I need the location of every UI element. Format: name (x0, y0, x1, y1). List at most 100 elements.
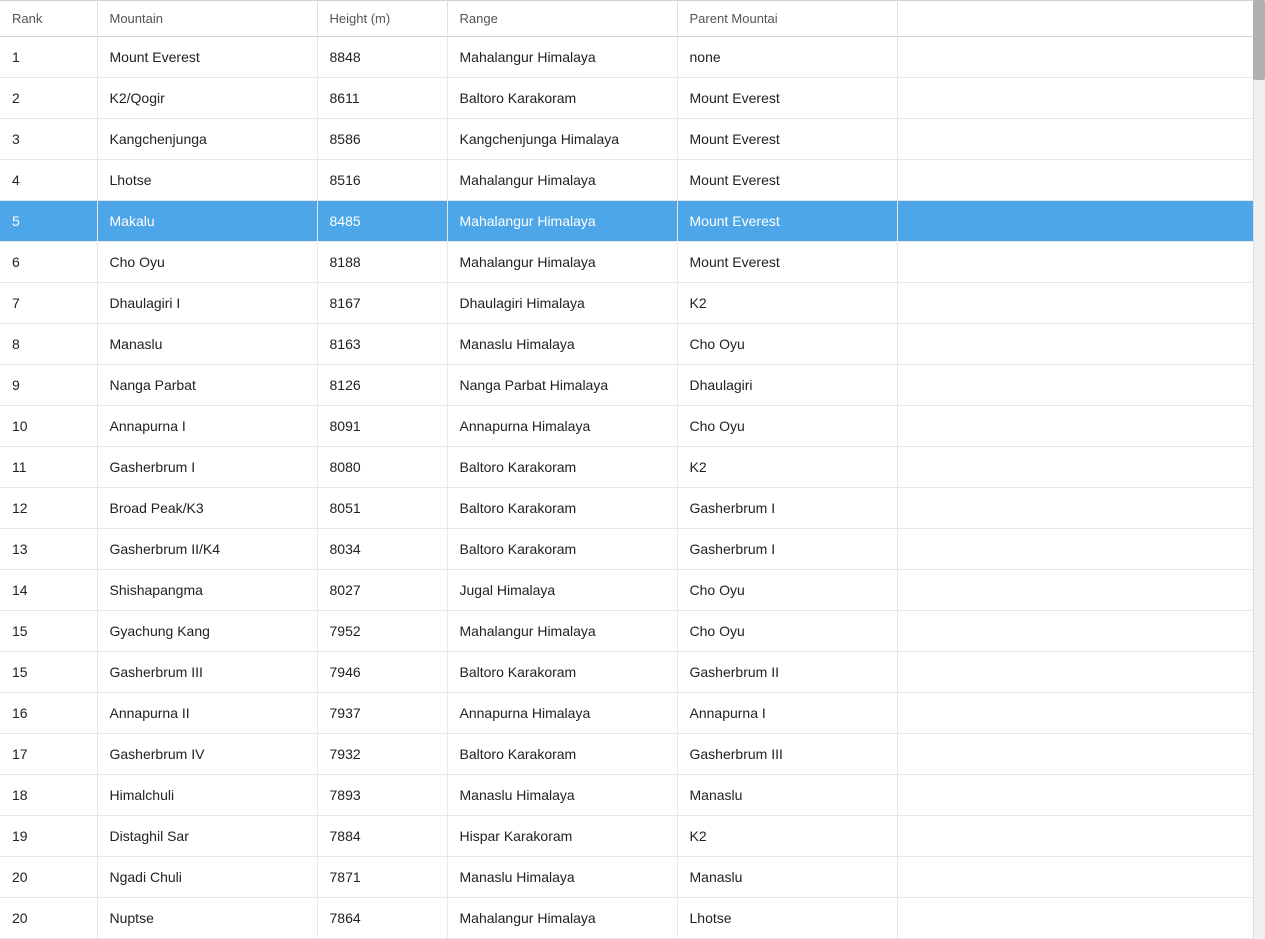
cell-extra (897, 324, 1265, 365)
cell-mountain: Broad Peak/K3 (97, 488, 317, 529)
cell-rank: 18 (0, 775, 97, 816)
table-row[interactable]: 7Dhaulagiri I8167Dhaulagiri HimalayaK2 (0, 283, 1265, 324)
table-row[interactable]: 12Broad Peak/K38051Baltoro KarakoramGash… (0, 488, 1265, 529)
table-row[interactable]: 20Nuptse7864Mahalangur HimalayaLhotse (0, 898, 1265, 939)
cell-extra (897, 570, 1265, 611)
cell-range: Mahalangur Himalaya (447, 160, 677, 201)
col-header-extra (897, 1, 1265, 37)
cell-rank: 16 (0, 693, 97, 734)
col-header-height[interactable]: Height (m) (317, 1, 447, 37)
cell-range: Manaslu Himalaya (447, 775, 677, 816)
cell-rank: 20 (0, 857, 97, 898)
cell-rank: 6 (0, 242, 97, 283)
cell-range: Baltoro Karakoram (447, 78, 677, 119)
cell-extra (897, 611, 1265, 652)
cell-height: 7937 (317, 693, 447, 734)
table-row[interactable]: 17Gasherbrum IV7932Baltoro KarakoramGash… (0, 734, 1265, 775)
cell-mountain: Distaghil Sar (97, 816, 317, 857)
cell-parent: Gasherbrum III (677, 734, 897, 775)
cell-rank: 15 (0, 652, 97, 693)
cell-parent: Gasherbrum I (677, 529, 897, 570)
table-row[interactable]: 2K2/Qogir8611Baltoro KarakoramMount Ever… (0, 78, 1265, 119)
cell-parent: Cho Oyu (677, 324, 897, 365)
cell-extra (897, 488, 1265, 529)
cell-range: Mahalangur Himalaya (447, 898, 677, 939)
cell-mountain: Cho Oyu (97, 242, 317, 283)
table-row[interactable]: 1Mount Everest8848Mahalangur Himalayanon… (0, 37, 1265, 78)
table-row[interactable]: 15Gyachung Kang7952Mahalangur HimalayaCh… (0, 611, 1265, 652)
cell-rank: 5 (0, 201, 97, 242)
cell-height: 8051 (317, 488, 447, 529)
table-row[interactable]: 14Shishapangma8027Jugal HimalayaCho Oyu (0, 570, 1265, 611)
cell-mountain: Annapurna II (97, 693, 317, 734)
cell-parent: Mount Everest (677, 119, 897, 160)
table-row[interactable]: 11Gasherbrum I8080Baltoro KarakoramK2 (0, 447, 1265, 488)
table-row[interactable]: 19Distaghil Sar7884Hispar KarakoramK2 (0, 816, 1265, 857)
cell-rank: 3 (0, 119, 97, 160)
table-row[interactable]: 16Annapurna II7937Annapurna HimalayaAnna… (0, 693, 1265, 734)
mountains-table: Rank Mountain Height (m) Range Parent Mo… (0, 0, 1265, 939)
cell-rank: 8 (0, 324, 97, 365)
col-header-rank[interactable]: Rank (0, 1, 97, 37)
cell-mountain: Gyachung Kang (97, 611, 317, 652)
table-row[interactable]: 6Cho Oyu8188Mahalangur HimalayaMount Eve… (0, 242, 1265, 283)
table-row[interactable]: 9Nanga Parbat8126Nanga Parbat HimalayaDh… (0, 365, 1265, 406)
cell-parent: Cho Oyu (677, 611, 897, 652)
cell-range: Baltoro Karakoram (447, 529, 677, 570)
cell-range: Annapurna Himalaya (447, 693, 677, 734)
cell-parent: Mount Everest (677, 242, 897, 283)
table-row[interactable]: 20Ngadi Chuli7871Manaslu HimalayaManaslu (0, 857, 1265, 898)
cell-extra (897, 652, 1265, 693)
cell-mountain: Himalchuli (97, 775, 317, 816)
cell-range: Nanga Parbat Himalaya (447, 365, 677, 406)
table-body: 1Mount Everest8848Mahalangur Himalayanon… (0, 37, 1265, 939)
cell-extra (897, 734, 1265, 775)
cell-height: 8034 (317, 529, 447, 570)
table-row[interactable]: 3Kangchenjunga8586Kangchenjunga Himalaya… (0, 119, 1265, 160)
cell-height: 7871 (317, 857, 447, 898)
cell-rank: 9 (0, 365, 97, 406)
cell-extra (897, 119, 1265, 160)
cell-height: 8848 (317, 37, 447, 78)
cell-mountain: Kangchenjunga (97, 119, 317, 160)
col-header-range[interactable]: Range (447, 1, 677, 37)
cell-height: 8126 (317, 365, 447, 406)
cell-extra (897, 775, 1265, 816)
cell-parent: Mount Everest (677, 201, 897, 242)
col-header-parent[interactable]: Parent Mountai (677, 1, 897, 37)
cell-parent: Annapurna I (677, 693, 897, 734)
cell-rank: 14 (0, 570, 97, 611)
cell-extra (897, 160, 1265, 201)
table-row[interactable]: 13Gasherbrum II/K48034Baltoro KarakoramG… (0, 529, 1265, 570)
table-row[interactable]: 5Makalu8485Mahalangur HimalayaMount Ever… (0, 201, 1265, 242)
cell-extra (897, 78, 1265, 119)
cell-mountain: Gasherbrum III (97, 652, 317, 693)
cell-height: 8091 (317, 406, 447, 447)
scrollbar-track[interactable] (1253, 0, 1265, 939)
table-row[interactable]: 10Annapurna I8091Annapurna HimalayaCho O… (0, 406, 1265, 447)
cell-extra (897, 447, 1265, 488)
cell-height: 8611 (317, 78, 447, 119)
cell-height: 8516 (317, 160, 447, 201)
table-row[interactable]: 8Manaslu8163Manaslu HimalayaCho Oyu (0, 324, 1265, 365)
cell-extra (897, 365, 1265, 406)
cell-height: 7884 (317, 816, 447, 857)
cell-height: 8167 (317, 283, 447, 324)
cell-height: 7893 (317, 775, 447, 816)
cell-rank: 17 (0, 734, 97, 775)
cell-height: 8188 (317, 242, 447, 283)
cell-height: 7946 (317, 652, 447, 693)
scrollbar-thumb[interactable] (1253, 0, 1265, 80)
cell-extra (897, 201, 1265, 242)
cell-range: Mahalangur Himalaya (447, 242, 677, 283)
cell-parent: Manaslu (677, 857, 897, 898)
cell-parent: none (677, 37, 897, 78)
cell-rank: 12 (0, 488, 97, 529)
table-row[interactable]: 18Himalchuli7893Manaslu HimalayaManaslu (0, 775, 1265, 816)
col-header-mountain[interactable]: Mountain (97, 1, 317, 37)
cell-parent: Cho Oyu (677, 570, 897, 611)
cell-mountain: K2/Qogir (97, 78, 317, 119)
table-row[interactable]: 4Lhotse8516Mahalangur HimalayaMount Ever… (0, 160, 1265, 201)
table-row[interactable]: 15Gasherbrum III7946Baltoro KarakoramGas… (0, 652, 1265, 693)
cell-height: 7864 (317, 898, 447, 939)
